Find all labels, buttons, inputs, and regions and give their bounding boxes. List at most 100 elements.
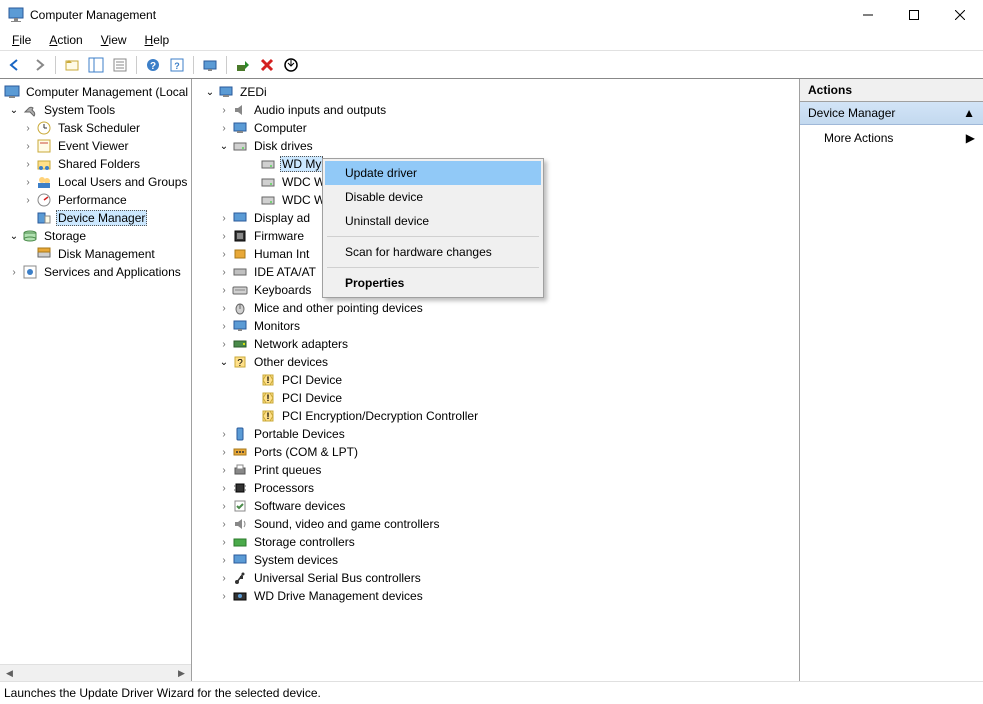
device-label: Firmware — [252, 229, 306, 243]
update-driver-button[interactable] — [232, 54, 254, 76]
chevron-right-icon[interactable]: › — [218, 500, 230, 512]
uninstall-button[interactable] — [280, 54, 302, 76]
chevron-right-icon[interactable]: › — [8, 266, 20, 278]
tree-shared-folders[interactable]: › Shared Folders — [0, 155, 191, 173]
device-tree-item[interactable]: ›Portable Devices — [192, 425, 799, 443]
device-tree-item[interactable]: ›Software devices — [192, 497, 799, 515]
chevron-right-icon[interactable]: › — [218, 428, 230, 440]
chevron-down-icon[interactable]: ⌄ — [8, 230, 20, 242]
chevron-down-icon[interactable]: ⌄ — [204, 86, 216, 98]
menu-action[interactable]: Action — [41, 31, 90, 49]
tree-storage[interactable]: ⌄ Storage — [0, 227, 191, 245]
device-tree-item[interactable]: ⌄ZEDi — [192, 83, 799, 101]
chevron-right-icon[interactable]: › — [218, 230, 230, 242]
chevron-right-icon[interactable]: › — [218, 338, 230, 350]
context-menu-update-driver[interactable]: Update driver — [325, 161, 541, 185]
chevron-right-icon[interactable]: › — [218, 104, 230, 116]
statusbar: Launches the Update Driver Wizard for th… — [0, 681, 983, 703]
tree-performance[interactable]: › Performance — [0, 191, 191, 209]
device-tree-item[interactable]: !PCI Device — [192, 371, 799, 389]
tree-system-tools[interactable]: ⌄ System Tools — [0, 101, 191, 119]
actions-subheader[interactable]: Device Manager ▲ — [800, 102, 983, 125]
context-menu-scan-hardware[interactable]: Scan for hardware changes — [325, 240, 541, 264]
chevron-right-icon[interactable]: › — [218, 122, 230, 134]
more-actions-item[interactable]: More Actions ▶ — [800, 125, 983, 151]
tree-root[interactable]: Computer Management (Local — [0, 83, 191, 101]
scroll-left-button[interactable]: ◀ — [1, 666, 18, 681]
device-tree-item[interactable]: ›Print queues — [192, 461, 799, 479]
close-button[interactable] — [937, 0, 983, 30]
menu-help[interactable]: Help — [137, 31, 178, 49]
context-menu-uninstall-device[interactable]: Uninstall device — [325, 209, 541, 233]
device-tree-item[interactable]: ›Ports (COM & LPT) — [192, 443, 799, 461]
device-icon — [232, 552, 248, 568]
device-tree-item[interactable]: !PCI Encryption/Decryption Controller — [192, 407, 799, 425]
minimize-button[interactable] — [845, 0, 891, 30]
context-menu-disable-device[interactable]: Disable device — [325, 185, 541, 209]
about-button[interactable]: ? — [166, 54, 188, 76]
up-button[interactable] — [61, 54, 83, 76]
chevron-right-icon[interactable]: › — [218, 464, 230, 476]
device-tree-item[interactable]: ›WD Drive Management devices — [192, 587, 799, 605]
device-tree-item[interactable]: ›Network adapters — [192, 335, 799, 353]
properties-button[interactable] — [109, 54, 131, 76]
chevron-right-icon[interactable]: › — [218, 590, 230, 602]
chevron-down-icon[interactable]: ⌄ — [8, 104, 20, 116]
device-icon — [232, 246, 248, 262]
device-tree-item[interactable]: ›Storage controllers — [192, 533, 799, 551]
device-tree-item[interactable]: ⌄Disk drives — [192, 137, 799, 155]
tree-event-viewer[interactable]: › Event Viewer — [0, 137, 191, 155]
tree-device-manager[interactable]: Device Manager — [0, 209, 191, 227]
device-icon — [232, 300, 248, 316]
chevron-right-icon[interactable]: › — [218, 302, 230, 314]
show-tree-button[interactable] — [85, 54, 107, 76]
tree-services[interactable]: › Services and Applications — [0, 263, 191, 281]
device-tree-item[interactable]: ›Audio inputs and outputs — [192, 101, 799, 119]
device-icon — [232, 318, 248, 334]
chevron-right-icon[interactable]: › — [218, 446, 230, 458]
chevron-right-icon[interactable]: › — [218, 518, 230, 530]
device-tree-item[interactable]: !PCI Device — [192, 389, 799, 407]
help-button[interactable]: ? — [142, 54, 164, 76]
chevron-right-icon[interactable]: › — [218, 248, 230, 260]
device-tree-item[interactable]: ›Computer — [192, 119, 799, 137]
device-tree-item[interactable]: ›Sound, video and game controllers — [192, 515, 799, 533]
chevron-right-icon[interactable]: › — [218, 482, 230, 494]
chevron-down-icon[interactable]: ⌄ — [218, 356, 230, 368]
chevron-right-icon[interactable]: › — [218, 266, 230, 278]
device-label: Universal Serial Bus controllers — [252, 571, 423, 585]
chevron-right-icon[interactable]: › — [218, 320, 230, 332]
horizontal-scrollbar[interactable]: ◀ ▶ — [0, 664, 191, 681]
chevron-right-icon[interactable]: › — [22, 122, 34, 134]
chevron-right-icon[interactable]: › — [218, 572, 230, 584]
tree-local-users[interactable]: › Local Users and Groups — [0, 173, 191, 191]
back-button[interactable] — [4, 54, 26, 76]
scroll-right-button[interactable]: ▶ — [173, 666, 190, 681]
chevron-right-icon[interactable]: › — [22, 140, 34, 152]
maximize-button[interactable] — [891, 0, 937, 30]
chevron-right-icon[interactable]: › — [22, 194, 34, 206]
chevron-right-icon[interactable]: › — [218, 554, 230, 566]
device-tree-item[interactable]: ›Monitors — [192, 317, 799, 335]
menu-file[interactable]: File — [4, 31, 39, 49]
device-tree-item[interactable]: › Universal Serial Bus controllers — [192, 569, 799, 587]
tree-task-scheduler[interactable]: › Task Scheduler — [0, 119, 191, 137]
chevron-right-icon[interactable]: › — [22, 176, 34, 188]
collapse-icon[interactable]: ▲ — [963, 106, 975, 120]
context-menu-properties[interactable]: Properties — [325, 271, 541, 295]
menu-view[interactable]: View — [93, 31, 135, 49]
chevron-down-icon[interactable]: ⌄ — [218, 140, 230, 152]
device-tree-item[interactable]: ›System devices — [192, 551, 799, 569]
device-tree-item[interactable]: ›Mice and other pointing devices — [192, 299, 799, 317]
computer-management-icon — [4, 84, 20, 100]
disable-button[interactable] — [256, 54, 278, 76]
chevron-right-icon[interactable]: › — [218, 212, 230, 224]
device-tree-item[interactable]: ⌄?Other devices — [192, 353, 799, 371]
chevron-right-icon[interactable]: › — [218, 536, 230, 548]
device-tree-item[interactable]: ›Processors — [192, 479, 799, 497]
tree-disk-management[interactable]: Disk Management — [0, 245, 191, 263]
forward-button[interactable] — [28, 54, 50, 76]
scan-hardware-button[interactable] — [199, 54, 221, 76]
chevron-right-icon[interactable]: › — [22, 158, 34, 170]
chevron-right-icon[interactable]: › — [218, 284, 230, 296]
